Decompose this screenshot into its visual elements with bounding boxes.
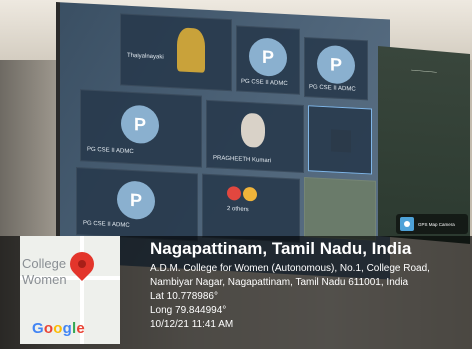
- avatar: P: [249, 37, 287, 78]
- gps-camera-badge: GPS Map Camera: [396, 214, 468, 234]
- datetime: 10/12/21 11:41 AM: [150, 319, 234, 330]
- video-tile: P PG CSE II ADMC: [236, 25, 300, 95]
- tile-name: PG CSE II ADMC: [309, 84, 356, 93]
- geo-info: Nagapattinam, Tamil Nadu, India A.D.M. C…: [150, 238, 468, 332]
- tile-name: PRAGHEETH Kumari: [213, 155, 272, 165]
- participant-video: [177, 27, 205, 73]
- map-label: College: [22, 256, 67, 271]
- avatar: P: [121, 104, 159, 145]
- longitude: Long 79.844994°: [150, 305, 227, 316]
- video-tile: P PG CSE II ADMC: [80, 89, 202, 168]
- video-tile: P PG CSE II ADMC: [304, 36, 368, 101]
- google-logo: Google: [32, 320, 85, 337]
- tile-name: Thaiyalnayaki: [127, 52, 164, 61]
- photo-scene: Thaiyalnayaki P PG CSE II ADMC P PG CSE …: [0, 0, 472, 349]
- video-tile: 2 others: [202, 173, 300, 243]
- gps-camera-label: GPS Map Camera: [418, 221, 455, 227]
- video-tile: Thaiyalnayaki: [120, 13, 232, 92]
- participant-avatar: [227, 185, 241, 201]
- video-tile: P PG CSE II ADMC: [76, 167, 198, 242]
- avatar: P: [317, 44, 355, 85]
- camera-icon: [400, 217, 414, 231]
- latitude: Lat 10.778986°: [150, 291, 218, 302]
- address-line: Nambiyar Nagar, Nagapattinam, Tamil Nadu…: [150, 277, 409, 288]
- tile-name: PG CSE II ADMC: [87, 146, 134, 156]
- tile-name: 2 others: [227, 205, 249, 214]
- address-line: A.D.M. College for Women (Autonomous), N…: [150, 263, 430, 274]
- banner-text: ──────: [411, 67, 437, 77]
- location-title: Nagapattinam, Tamil Nadu, India: [150, 239, 412, 258]
- participant-video: [331, 129, 351, 153]
- participant-avatar: [243, 186, 257, 202]
- tile-name: PG CSE II ADMC: [241, 78, 288, 88]
- tile-name: PG CSE II ADMC: [83, 220, 130, 229]
- video-tile: [304, 176, 376, 241]
- video-tile: PRAGHEETH Kumari: [206, 99, 304, 173]
- map-pin-dot: [78, 260, 86, 268]
- avatar: P: [117, 180, 155, 221]
- video-tile: [308, 105, 372, 175]
- participant-video: [241, 112, 265, 148]
- map-label: Women: [22, 272, 67, 287]
